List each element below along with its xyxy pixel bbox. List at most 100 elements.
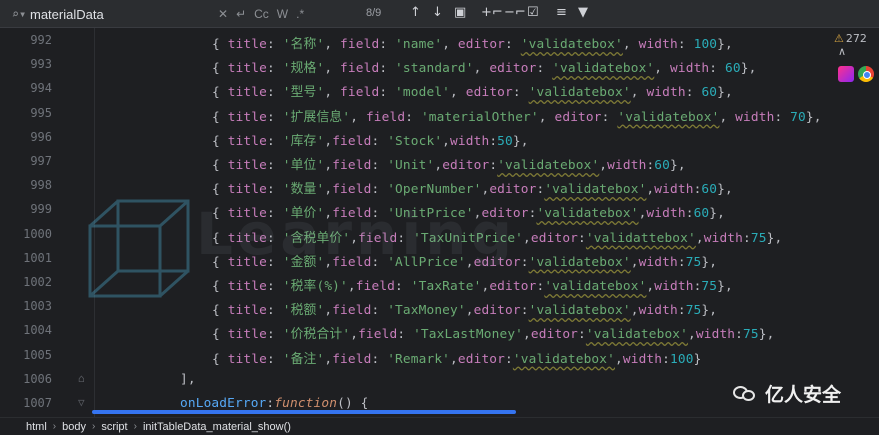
code-line[interactable]: { title: '型号', field: 'model', editor: '…: [212, 81, 733, 100]
show-in-file-icon[interactable]: ≡: [556, 5, 567, 20]
code-token: '数量': [282, 182, 325, 198]
code-token: ,: [324, 37, 341, 52]
inspection-widget[interactable]: ⚠ 272 ∧: [834, 32, 879, 58]
code-token: title: [227, 254, 267, 270]
code-token: :: [685, 206, 694, 222]
code-token: :: [371, 158, 388, 173]
breadcrumb-item[interactable]: script: [101, 421, 127, 433]
code-token: width: [654, 182, 694, 198]
code-line[interactable]: { title: '扩展信息', field: 'materialOther',…: [212, 106, 822, 125]
code-token: :: [371, 182, 388, 198]
select-occurrences-icon[interactable]: ☑: [527, 5, 539, 20]
code-line[interactable]: { title: '单价',field: 'UnitPrice',editor:…: [212, 202, 725, 221]
code-token: '含税单价': [282, 230, 351, 246]
match-case-toggle[interactable]: Cc: [254, 7, 269, 21]
code-token: 75: [685, 254, 702, 270]
next-occurrence-icon[interactable]: ↓: [432, 5, 443, 20]
code-token: ,: [523, 230, 531, 246]
phpstorm-browser-icon[interactable]: [838, 66, 854, 82]
line-number[interactable]: 993: [0, 57, 52, 71]
code-token: 50: [497, 133, 513, 149]
code-token: field: [365, 109, 406, 125]
code-token: :: [505, 37, 521, 52]
line-number[interactable]: 998: [0, 178, 52, 192]
code-token: 'standard': [395, 61, 474, 77]
line-number[interactable]: 1000: [0, 227, 52, 241]
code-token: ,: [324, 351, 333, 367]
horizontal-scrollbar[interactable]: [92, 410, 516, 414]
breadcrumb-item[interactable]: initTableData_material_show(): [143, 421, 291, 433]
line-number-gutter[interactable]: 992 993 994 995 996 997 998 999 1000 1001 1002 1003…: [0, 28, 90, 417]
line-number[interactable]: 1004: [0, 323, 52, 337]
code-editor[interactable]: { title: '名称', field: 'name', editor: 'v…: [94, 28, 834, 417]
new-line-icon[interactable]: ↵: [236, 7, 246, 21]
code-line[interactable]: { title: '税额',field: 'TaxMoney',editor:'…: [212, 299, 717, 318]
line-number[interactable]: 996: [0, 130, 52, 144]
code-token: ,: [688, 327, 696, 343]
fold-icon[interactable]: ⌂: [78, 372, 85, 385]
line-number[interactable]: 1007: [0, 396, 52, 410]
chevron-up-icon[interactable]: ∧: [838, 45, 846, 58]
remove-occurrence-icon[interactable]: −⌐: [504, 5, 526, 20]
search-icon[interactable]: ⌕▾: [8, 7, 30, 21]
code-line[interactable]: ],: [180, 372, 196, 387]
code-token: :: [267, 327, 283, 343]
code-line[interactable]: { title: '名称', field: 'name', editor: 'v…: [212, 33, 733, 52]
line-number[interactable]: 994: [0, 81, 52, 95]
line-number[interactable]: 992: [0, 33, 52, 47]
code-token: title: [227, 133, 267, 149]
find-input[interactable]: [30, 6, 210, 22]
regex-toggle[interactable]: .*: [296, 7, 304, 21]
code-token: 'validatebox': [585, 327, 689, 343]
code-token: :: [677, 254, 686, 270]
code-line[interactable]: { title: '数量',field: 'OperNumber',editor…: [212, 178, 733, 197]
code-token: {: [212, 206, 228, 222]
fold-icon[interactable]: ▽: [78, 396, 85, 409]
code-line[interactable]: { title: '库存',field: 'Stock',width:50},: [212, 130, 529, 149]
code-token: :: [267, 303, 283, 319]
code-token: function: [274, 396, 338, 411]
code-line[interactable]: { title: '单位',field: 'Unit',editor:'vali…: [212, 154, 686, 173]
code-token: 'validatebox': [544, 182, 647, 198]
code-line[interactable]: { title: '备注',field: 'Remark',editor:'va…: [212, 348, 701, 367]
code-token: :: [709, 61, 725, 77]
code-token: editor: [473, 303, 521, 319]
line-number[interactable]: 997: [0, 154, 52, 168]
breadcrumb-item[interactable]: body: [62, 421, 86, 433]
browser-preview-icons: [838, 66, 874, 82]
code-token: :: [735, 327, 744, 343]
code-token: ,: [324, 182, 333, 198]
line-number[interactable]: 1003: [0, 299, 52, 313]
previous-occurrence-icon[interactable]: ↑: [410, 5, 421, 20]
code-line[interactable]: { title: '含税单价',field: 'TaxUnitPrice',ed…: [212, 227, 782, 246]
select-all-occurrences-icon[interactable]: ▣: [454, 5, 466, 20]
clear-search-icon[interactable]: ✕: [218, 7, 228, 21]
line-number[interactable]: 1001: [0, 251, 52, 265]
code-token: :: [489, 133, 498, 149]
code-line[interactable]: { title: '税率(%)',field: 'TaxRate',editor…: [212, 275, 733, 294]
breadcrumb-item[interactable]: html: [26, 421, 47, 433]
code-token: :: [536, 61, 553, 77]
line-number[interactable]: 1006: [0, 372, 52, 386]
whole-words-toggle[interactable]: W: [277, 7, 288, 21]
line-number[interactable]: 999: [0, 202, 52, 216]
code-token: editor: [442, 158, 490, 173]
add-occurrence-icon[interactable]: +⌐: [481, 5, 503, 20]
code-token: '备注': [282, 351, 325, 367]
code-token: ,: [719, 109, 736, 125]
code-token: 100: [693, 37, 718, 52]
line-number[interactable]: 1002: [0, 275, 52, 289]
code-line[interactable]: { title: '规格', field: 'standard', editor…: [212, 57, 756, 76]
line-number[interactable]: 1005: [0, 348, 52, 362]
code-token: field: [332, 158, 372, 173]
code-line[interactable]: onLoadError:function() {: [180, 396, 369, 411]
code-token: ,: [473, 61, 490, 77]
code-line[interactable]: { title: '价税合计',field: 'TaxLastMoney',ed…: [212, 323, 774, 342]
code-token: :: [512, 85, 529, 101]
chrome-browser-icon[interactable]: [858, 66, 874, 82]
code-token: field: [332, 182, 372, 198]
line-number[interactable]: 995: [0, 106, 52, 120]
filter-icon[interactable]: ▼: [578, 5, 588, 20]
code-line[interactable]: { title: '金额',field: 'AllPrice',editor:'…: [212, 251, 717, 270]
code-token: 'model': [395, 85, 451, 101]
